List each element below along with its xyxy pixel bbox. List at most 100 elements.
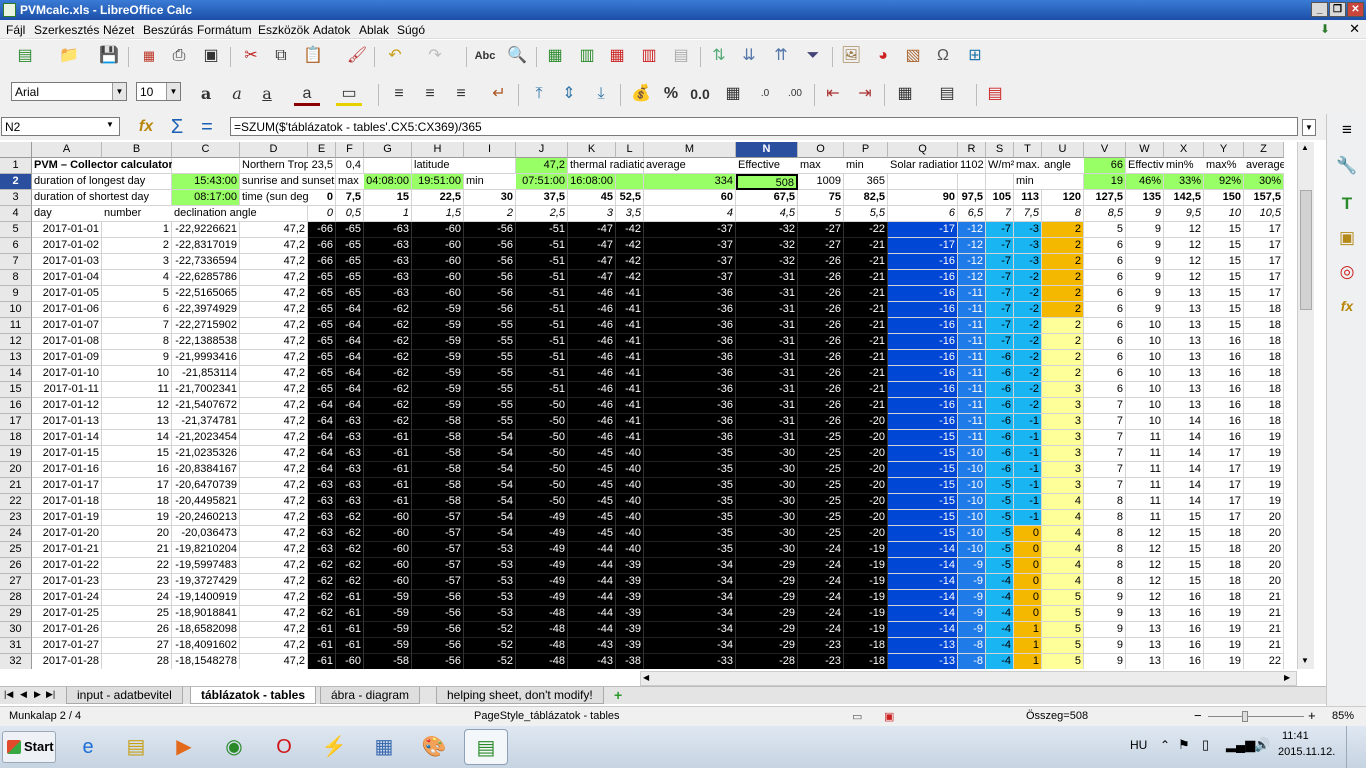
cell-p28[interactable]: -19	[844, 590, 888, 606]
cell-p20[interactable]: -20	[844, 462, 888, 478]
cell-y27[interactable]: 18	[1204, 574, 1244, 590]
cell-y15[interactable]: 16	[1204, 382, 1244, 398]
cell-v5[interactable]: 5	[1084, 222, 1126, 238]
cell-h20[interactable]: -58	[412, 462, 464, 478]
cell-e15[interactable]: -65	[308, 382, 336, 398]
cell-k5[interactable]: -47	[568, 222, 616, 238]
cell-e26[interactable]: -62	[308, 558, 336, 574]
cell-s23[interactable]: -5	[986, 510, 1014, 526]
cell-g16[interactable]: -62	[364, 398, 412, 414]
cell-c16[interactable]: -21,5407672	[172, 398, 240, 414]
cell-k11[interactable]: -46	[568, 318, 616, 334]
cell-l22[interactable]: -40	[616, 494, 644, 510]
cell-j26[interactable]: -49	[516, 558, 568, 574]
cell-h18[interactable]: -58	[412, 430, 464, 446]
cell-q1[interactable]: Solar radiation	[888, 158, 958, 174]
file-explorer-icon[interactable]: ▤	[114, 729, 158, 765]
cell-k13[interactable]: -46	[568, 350, 616, 366]
cell-i27[interactable]: -53	[464, 574, 516, 590]
paint-icon[interactable]: 🎨	[412, 729, 456, 765]
cell-s2[interactable]	[986, 174, 1014, 190]
cell-u25[interactable]: 4	[1042, 542, 1084, 558]
cell-y23[interactable]: 17	[1204, 510, 1244, 526]
menu-insert[interactable]: Beszúrás	[143, 23, 193, 37]
column-header-u[interactable]: U	[1042, 142, 1084, 158]
cell-d3[interactable]: time (sun degree)	[240, 190, 308, 206]
cell-a11[interactable]: 2017-01-07	[32, 318, 102, 334]
cell-q6[interactable]: -17	[888, 238, 958, 254]
cell-w14[interactable]: 10	[1126, 366, 1164, 382]
cell-k22[interactable]: -45	[568, 494, 616, 510]
cell-g32[interactable]: -58	[364, 654, 412, 669]
cell-g17[interactable]: -62	[364, 414, 412, 430]
spellcheck-icon[interactable]: Abc	[472, 44, 498, 68]
cell-j28[interactable]: -49	[516, 590, 568, 606]
cell-o8[interactable]: -26	[798, 270, 844, 286]
cell-u16[interactable]: 3	[1042, 398, 1084, 414]
cell-z5[interactable]: 17	[1244, 222, 1284, 238]
libreoffice-calc-taskbar-icon[interactable]: ▤	[464, 729, 508, 765]
cell-v32[interactable]: 9	[1084, 654, 1126, 669]
cell-b24[interactable]: 20	[102, 526, 172, 542]
cell-t19[interactable]: -1	[1014, 446, 1042, 462]
navigator-compass-icon[interactable]: ◎	[1334, 260, 1360, 284]
cell-w3[interactable]: 135	[1126, 190, 1164, 206]
cell-u23[interactable]: 4	[1042, 510, 1084, 526]
cell-y20[interactable]: 17	[1204, 462, 1244, 478]
cell-v7[interactable]: 6	[1084, 254, 1126, 270]
cell-a3[interactable]: duration of shortest day	[32, 190, 172, 206]
cell-g19[interactable]: -61	[364, 446, 412, 462]
cell-w26[interactable]: 12	[1126, 558, 1164, 574]
row-header[interactable]: 22	[0, 494, 32, 510]
cell-b20[interactable]: 16	[102, 462, 172, 478]
cell-x30[interactable]: 16	[1164, 622, 1204, 638]
cell-i26[interactable]: -53	[464, 558, 516, 574]
cell-h10[interactable]: -59	[412, 302, 464, 318]
tool-app-icon[interactable]: ⚡	[312, 729, 356, 765]
cell-m19[interactable]: -35	[644, 446, 736, 462]
cell-r28[interactable]: -9	[958, 590, 986, 606]
cell-z27[interactable]: 20	[1244, 574, 1284, 590]
cell-h23[interactable]: -57	[412, 510, 464, 526]
cell-k7[interactable]: -47	[568, 254, 616, 270]
cell-o10[interactable]: -26	[798, 302, 844, 318]
cell-t17[interactable]: -1	[1014, 414, 1042, 430]
cell-e11[interactable]: -65	[308, 318, 336, 334]
highlight-color-icon[interactable]: ▭	[336, 82, 362, 106]
column-header-a[interactable]: A	[32, 142, 102, 158]
cell-f15[interactable]: -64	[336, 382, 364, 398]
cell-l30[interactable]: -39	[616, 622, 644, 638]
cell-p21[interactable]: -20	[844, 478, 888, 494]
cell-l12[interactable]: -41	[616, 334, 644, 350]
cell-w4[interactable]: 9	[1126, 206, 1164, 222]
cell-s11[interactable]: -7	[986, 318, 1014, 334]
cell-r15[interactable]: -11	[958, 382, 986, 398]
cell-c22[interactable]: -20,4495821	[172, 494, 240, 510]
cell-a23[interactable]: 2017-01-19	[32, 510, 102, 526]
cell-v13[interactable]: 6	[1084, 350, 1126, 366]
cell-t1[interactable]: max.	[1014, 158, 1042, 174]
cell-v18[interactable]: 7	[1084, 430, 1126, 446]
zoom-slider[interactable]	[1208, 716, 1304, 717]
cell-w29[interactable]: 13	[1126, 606, 1164, 622]
cell-d21[interactable]: 47,2	[240, 478, 308, 494]
cell-r6[interactable]: -12	[958, 238, 986, 254]
cell-r29[interactable]: -9	[958, 606, 986, 622]
cell-b16[interactable]: 12	[102, 398, 172, 414]
cell-o32[interactable]: -23	[798, 654, 844, 669]
cell-o22[interactable]: -25	[798, 494, 844, 510]
opera-icon[interactable]: O	[262, 729, 306, 765]
row-header[interactable]: 25	[0, 542, 32, 558]
cell-z22[interactable]: 19	[1244, 494, 1284, 510]
next-sheet-icon[interactable]: ▶	[34, 689, 41, 700]
row-header[interactable]: 30	[0, 622, 32, 638]
cell-j24[interactable]: -49	[516, 526, 568, 542]
cell-o15[interactable]: -26	[798, 382, 844, 398]
cell-i10[interactable]: -56	[464, 302, 516, 318]
column-header-o[interactable]: O	[798, 142, 844, 158]
cell-d5[interactable]: 47,2	[240, 222, 308, 238]
cell-m9[interactable]: -36	[644, 286, 736, 302]
cell-z9[interactable]: 17	[1244, 286, 1284, 302]
row-header[interactable]: 15	[0, 382, 32, 398]
italic-icon[interactable]: a	[224, 82, 250, 106]
